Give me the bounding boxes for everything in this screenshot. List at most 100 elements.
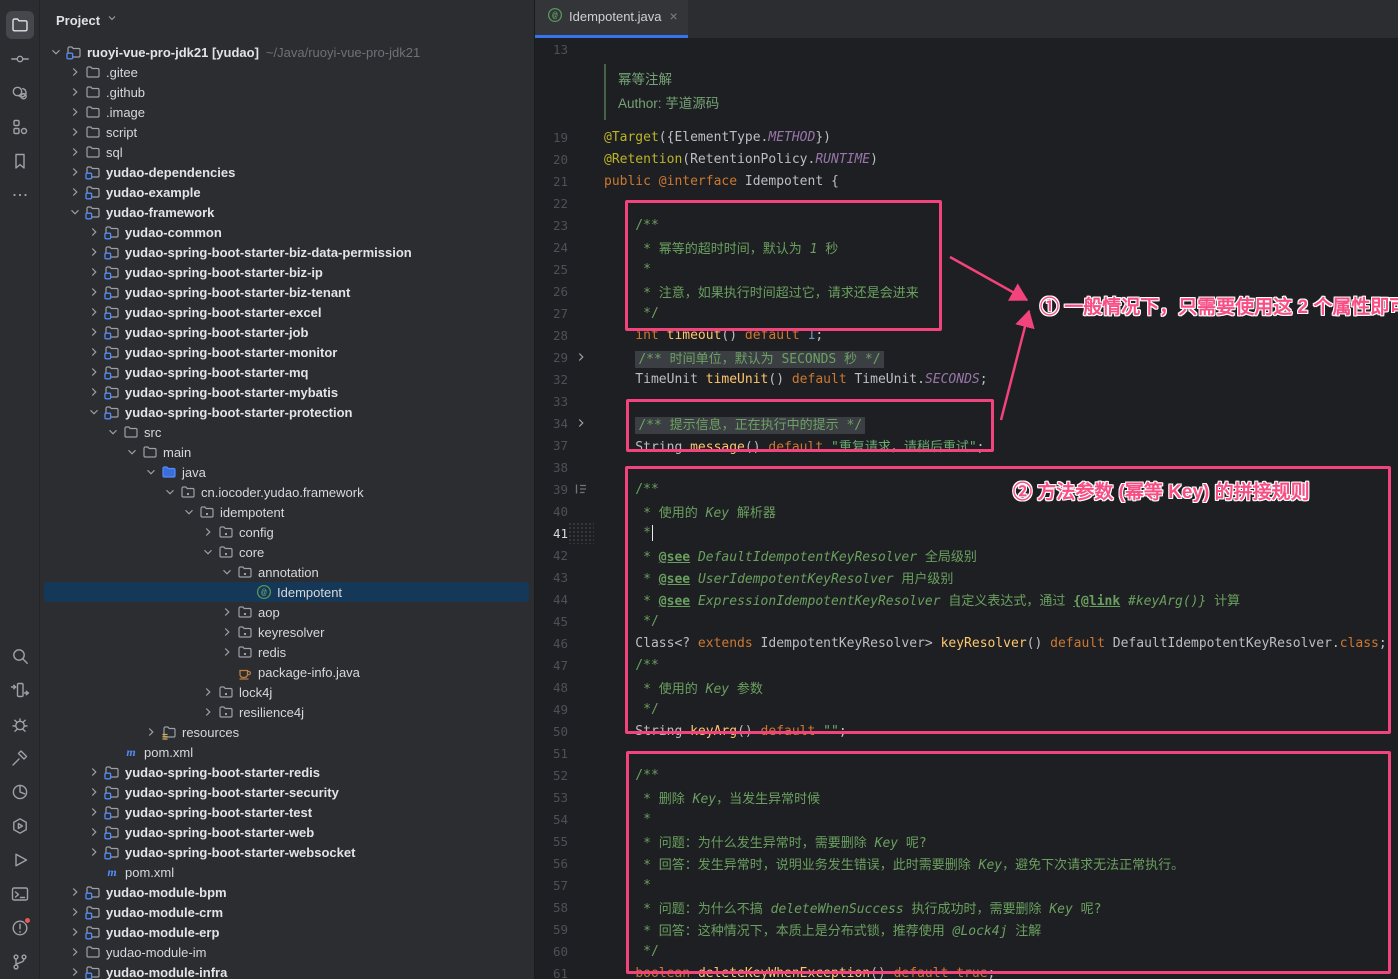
tree-expand-arrow[interactable]: [122, 444, 141, 460]
gutter[interactable]: 29: [535, 346, 598, 368]
code-line-25[interactable]: 25 *: [535, 258, 1398, 280]
commit-icon[interactable]: [6, 45, 34, 73]
gutter[interactable]: 45: [535, 610, 598, 632]
git-branch-icon[interactable]: [6, 948, 34, 976]
tree-item-config[interactable]: config: [40, 522, 534, 542]
gutter[interactable]: 56: [535, 852, 598, 874]
code-line-49[interactable]: 49 */: [535, 698, 1398, 720]
code-line-43[interactable]: 43 * @see UserIdempotentKeyResolver 用户级别: [535, 566, 1398, 588]
tree-expand-arrow[interactable]: [84, 344, 103, 360]
tree-item-yudao-example[interactable]: yudao-example: [40, 182, 534, 202]
code-line-46[interactable]: 46 Class<? extends IdempotentKeyResolver…: [535, 632, 1398, 654]
search-icon[interactable]: [6, 642, 34, 670]
structure-icon[interactable]: [6, 113, 34, 141]
tree-expand-arrow[interactable]: [217, 604, 236, 620]
tree-expand-arrow[interactable]: [198, 684, 217, 700]
gutter[interactable]: 38: [535, 456, 598, 478]
code-line-33[interactable]: 33: [535, 390, 1398, 412]
code-line-22[interactable]: 22: [535, 192, 1398, 214]
tree-item-yudao-spring-boot-starter-biz-tenant[interactable]: yudao-spring-boot-starter-biz-tenant: [40, 282, 534, 302]
tree-item-ruoyi-vue-pro-jdk21-yudao-[interactable]: ruoyi-vue-pro-jdk21 [yudao]~/Java/ruoyi-…: [40, 42, 534, 62]
gutter[interactable]: 23: [535, 214, 598, 236]
code-line-24[interactable]: 24 * 幂等的超时时间，默认为 1 秒: [535, 236, 1398, 258]
code-line-44[interactable]: 44 * @see ExpressionIdempotentKeyResolve…: [535, 588, 1398, 610]
tree-expand-arrow[interactable]: [84, 804, 103, 820]
tree-item-yudao-common[interactable]: yudao-common: [40, 222, 534, 242]
code-line-34[interactable]: 34 /** 提示信息，正在执行中的提示 */: [535, 412, 1398, 434]
code-line-37[interactable]: 37 String message() default "重复请求，请稍后重试"…: [535, 434, 1398, 456]
code-line-53[interactable]: 53 * 删除 Key，当发生异常时候: [535, 786, 1398, 808]
chevron-down-icon[interactable]: [106, 11, 118, 29]
tree-item-yudao-module-crm[interactable]: yudao-module-crm: [40, 902, 534, 922]
tree-item-yudao-spring-boot-starter-protection[interactable]: yudao-spring-boot-starter-protection: [40, 402, 534, 422]
tree-item-src[interactable]: src: [40, 422, 534, 442]
tree-expand-arrow[interactable]: [84, 324, 103, 340]
tree-item-yudao-module-erp[interactable]: yudao-module-erp: [40, 922, 534, 942]
tree-expand-arrow[interactable]: [65, 64, 84, 80]
code-line-52[interactable]: 52 /**: [535, 764, 1398, 786]
pull-requests-icon[interactable]: ?: [6, 79, 34, 107]
tree-item-lock4j[interactable]: lock4j: [40, 682, 534, 702]
code-line-26[interactable]: 26 * 注意，如果执行时间超过它，请求还是会进来: [535, 280, 1398, 302]
tree-expand-arrow[interactable]: [141, 724, 160, 740]
tree-expand-arrow[interactable]: [84, 384, 103, 400]
doc-render-toggle-icon[interactable]: [568, 478, 594, 500]
code-line-28[interactable]: 28 int timeout() default 1;: [535, 324, 1398, 346]
gutter[interactable]: 49: [535, 698, 598, 720]
code-line-20[interactable]: 20@Retention(RetentionPolicy.RUNTIME): [535, 148, 1398, 170]
tree-expand-arrow[interactable]: [84, 404, 103, 420]
gutter[interactable]: 55: [535, 830, 598, 852]
gutter[interactable]: 54: [535, 808, 598, 830]
tree-expand-arrow[interactable]: [84, 844, 103, 860]
code-line-51[interactable]: 51: [535, 742, 1398, 764]
tree-item-yudao-spring-boot-starter-test[interactable]: yudao-spring-boot-starter-test: [40, 802, 534, 822]
tree-item-redis[interactable]: redis: [40, 642, 534, 662]
tree-expand-arrow[interactable]: [198, 544, 217, 560]
gutter[interactable]: 48: [535, 676, 598, 698]
gutter[interactable]: 51: [535, 742, 598, 764]
tree-expand-arrow[interactable]: [84, 824, 103, 840]
gutter[interactable]: 52: [535, 764, 598, 786]
tree-item-.image[interactable]: .image: [40, 102, 534, 122]
gutter[interactable]: 61: [535, 962, 598, 979]
gutter[interactable]: 28: [535, 324, 598, 346]
code-line-61[interactable]: 61 boolean deleteKeyWhenException() defa…: [535, 962, 1398, 979]
tree-expand-arrow[interactable]: [65, 184, 84, 200]
tab-idempotent-java[interactable]: @ Idempotent.java ×: [535, 0, 688, 38]
gutter[interactable]: 13: [535, 38, 598, 60]
tree-item-java[interactable]: java: [40, 462, 534, 482]
code-line-23[interactable]: 23 /**: [535, 214, 1398, 236]
tree-expand-arrow[interactable]: [217, 624, 236, 640]
tree-expand-arrow[interactable]: [65, 104, 84, 120]
gutter[interactable]: 59: [535, 918, 598, 940]
debug-icon[interactable]: [6, 710, 34, 738]
tree-expand-arrow[interactable]: [84, 284, 103, 300]
tree-item-script[interactable]: script: [40, 122, 534, 142]
run-icon[interactable]: [6, 846, 34, 874]
bookmarks-icon[interactable]: [6, 147, 34, 175]
tree-item-yudao-module-infra[interactable]: yudao-module-infra: [40, 962, 534, 979]
gutter[interactable]: 50: [535, 720, 598, 742]
code-line-19[interactable]: 19@Target({ElementType.METHOD}): [535, 126, 1398, 148]
tree-item-core[interactable]: core: [40, 542, 534, 562]
in-out-panel-icon[interactable]: [6, 676, 34, 704]
tree-expand-arrow[interactable]: [65, 84, 84, 100]
gutter[interactable]: 53: [535, 786, 598, 808]
tree-item-package-info.java[interactable]: package-info.java: [40, 662, 534, 682]
tree-expand-arrow[interactable]: [65, 964, 84, 979]
gutter[interactable]: 37: [535, 434, 598, 456]
tree-item-resilience4j[interactable]: resilience4j: [40, 702, 534, 722]
tree-expand-arrow[interactable]: [198, 524, 217, 540]
tree-item-yudao-module-bpm[interactable]: yudao-module-bpm: [40, 882, 534, 902]
gutter[interactable]: 43: [535, 566, 598, 588]
code-line-60[interactable]: 60 */: [535, 940, 1398, 962]
tree-expand-arrow[interactable]: [65, 204, 84, 220]
gutter[interactable]: 47: [535, 654, 598, 676]
tree-item-yudao-framework[interactable]: yudao-framework: [40, 202, 534, 222]
tree-item-keyresolver[interactable]: keyresolver: [40, 622, 534, 642]
gutter[interactable]: 60: [535, 940, 598, 962]
tree-expand-arrow[interactable]: [84, 244, 103, 260]
tree-item-aop[interactable]: aop: [40, 602, 534, 622]
project-folder-icon[interactable]: [6, 11, 34, 39]
code-editor[interactable]: 13幂等注解Author: 芋道源码19@Target({ElementType…: [535, 38, 1398, 979]
